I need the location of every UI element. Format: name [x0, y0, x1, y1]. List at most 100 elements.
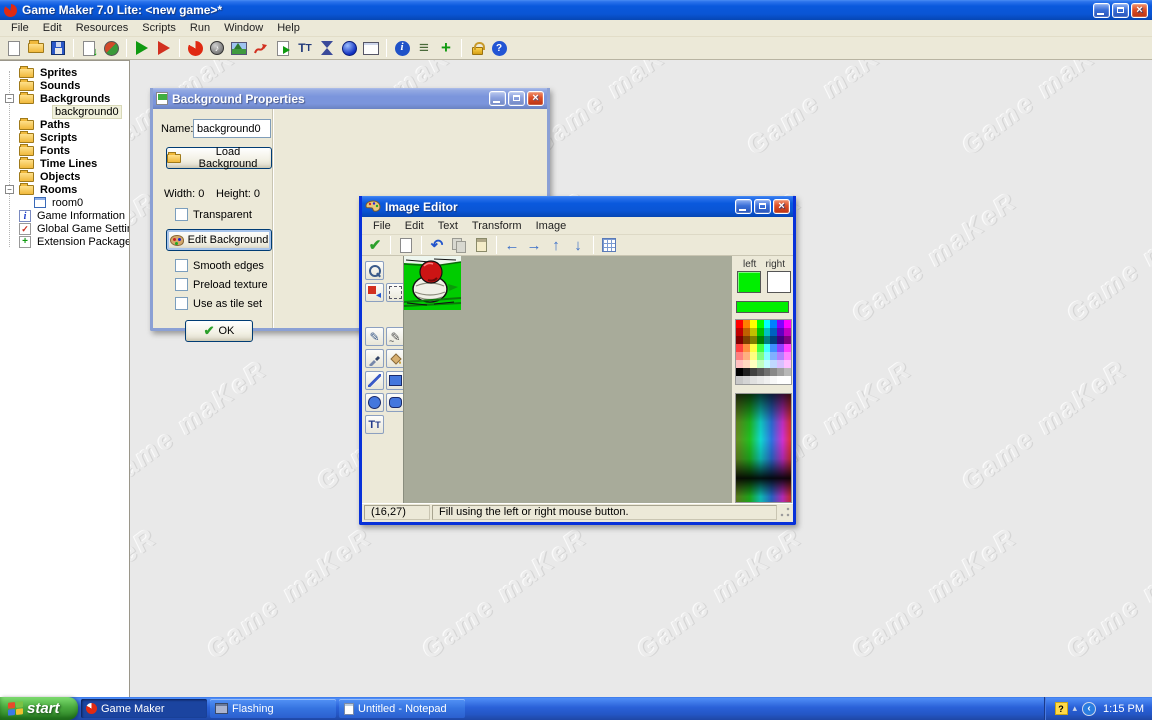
create-background-icon[interactable]	[229, 38, 249, 58]
swap-colors-icon[interactable]	[365, 283, 384, 302]
palette-color[interactable]	[749, 320, 757, 328]
sidebar-item-global-game-settings[interactable]: ✓Global Game Settings	[0, 222, 129, 235]
ie-menu-text[interactable]: Text	[431, 219, 465, 233]
palette-color[interactable]	[784, 328, 791, 336]
tray-chevron-icon[interactable]: ‹	[1082, 701, 1097, 716]
shift-right-icon[interactable]: →	[524, 236, 544, 255]
zoom-tool-icon[interactable]	[365, 261, 384, 280]
menu-resources[interactable]: Resources	[69, 21, 136, 35]
palette-color[interactable]	[784, 376, 791, 384]
palette-color[interactable]	[777, 352, 785, 360]
palette-color[interactable]	[763, 328, 771, 336]
palette-color[interactable]	[770, 336, 778, 344]
palette-color[interactable]	[749, 336, 757, 344]
collapse-icon[interactable]: −	[5, 185, 14, 194]
palette-color[interactable]	[742, 336, 750, 344]
eyedropper-tool-icon[interactable]	[365, 349, 384, 368]
sidebar-item-objects[interactable]: Objects	[0, 169, 129, 183]
palette-color[interactable]	[784, 368, 791, 376]
ok-button[interactable]: ✔ OK	[185, 320, 253, 342]
apply-check-icon[interactable]: ✔	[365, 236, 385, 255]
preload-texture-checkbox[interactable]: Preload texture	[175, 278, 268, 291]
create-font-icon[interactable]: TT	[295, 38, 315, 58]
palette-color[interactable]	[742, 376, 750, 384]
right-color-swatch[interactable]	[767, 271, 791, 293]
menu-window[interactable]: Window	[217, 21, 270, 35]
shift-left-icon[interactable]: ←	[502, 236, 522, 255]
palette-color[interactable]	[756, 328, 764, 336]
maximize-button[interactable]	[754, 199, 771, 214]
palette-color[interactable]	[784, 360, 791, 368]
palette-color[interactable]	[763, 352, 771, 360]
palette-color[interactable]	[770, 320, 778, 328]
palette-color[interactable]	[777, 328, 785, 336]
palette-color[interactable]	[763, 336, 771, 344]
palette-color[interactable]	[742, 328, 750, 336]
menu-edit[interactable]: Edit	[36, 21, 69, 35]
create-path-icon[interactable]	[251, 38, 271, 58]
edit-background-button[interactable]: Edit Background	[166, 229, 272, 251]
palette-color[interactable]	[736, 368, 743, 376]
palette-color[interactable]	[742, 344, 750, 352]
editor-canvas[interactable]	[403, 256, 732, 503]
left-color-swatch[interactable]	[737, 271, 761, 293]
palette-color[interactable]	[784, 320, 791, 328]
text-tool-icon[interactable]: TT	[365, 415, 384, 434]
shift-up-icon[interactable]: ↑	[546, 236, 566, 255]
palette-color[interactable]	[749, 360, 757, 368]
upgrade-icon[interactable]	[467, 38, 487, 58]
palette-color[interactable]	[756, 352, 764, 360]
close-button[interactable]: ×	[773, 199, 790, 214]
create-room-icon[interactable]	[361, 38, 381, 58]
create-sound-icon[interactable]: ♪	[207, 38, 227, 58]
run-game-icon[interactable]	[132, 38, 152, 58]
palette-color[interactable]	[736, 376, 743, 384]
gradient-color-picker[interactable]	[735, 393, 792, 503]
background-properties-titlebar[interactable]: Background Properties ×	[153, 88, 547, 109]
game-information-icon[interactable]: i	[392, 38, 412, 58]
palette-color[interactable]	[770, 328, 778, 336]
ie-menu-image[interactable]: Image	[529, 219, 574, 233]
transparent-checkbox[interactable]: Transparent	[175, 208, 252, 221]
palette-color[interactable]	[777, 368, 785, 376]
palette-color[interactable]	[756, 344, 764, 352]
save-icon[interactable]	[48, 38, 68, 58]
palette-color[interactable]	[736, 320, 743, 328]
load-background-button[interactable]: Load Background	[166, 146, 272, 170]
sidebar-item-game-information[interactable]: i Game Information	[0, 209, 129, 222]
ie-menu-file[interactable]: File	[366, 219, 398, 233]
undo-icon[interactable]: ↶	[427, 236, 447, 255]
restore-button[interactable]	[1112, 2, 1129, 18]
sidebar-item-room0[interactable]: room0	[0, 196, 129, 209]
taskbar-item-notepad[interactable]: Untitled - Notepad	[339, 699, 465, 718]
palette-color[interactable]	[749, 368, 757, 376]
sidebar-item-sprites[interactable]: Sprites	[0, 65, 129, 79]
close-button[interactable]: ×	[1131, 2, 1148, 18]
palette-color[interactable]	[756, 360, 764, 368]
palette-color[interactable]	[763, 344, 771, 352]
create-executable-icon[interactable]	[79, 38, 99, 58]
grid-toggle-icon[interactable]	[599, 236, 619, 255]
sidebar-item-time-lines[interactable]: Time Lines	[0, 156, 129, 170]
create-sprite-icon[interactable]	[185, 38, 205, 58]
minimize-button[interactable]	[1093, 2, 1110, 18]
palette-color[interactable]	[742, 320, 750, 328]
palette-color[interactable]	[736, 360, 743, 368]
palette-color[interactable]	[756, 368, 764, 376]
minimize-button[interactable]	[735, 199, 752, 214]
palette-color[interactable]	[756, 376, 764, 384]
palette-color[interactable]	[784, 344, 791, 352]
palette-color[interactable]	[749, 328, 757, 336]
palette-color[interactable]	[763, 376, 771, 384]
create-timeline-icon[interactable]	[317, 38, 337, 58]
pen-tool-icon[interactable]: ✎	[365, 327, 384, 346]
palette-color[interactable]	[777, 320, 785, 328]
copy-icon[interactable]	[449, 236, 469, 255]
sidebar-item-backgrounds[interactable]: − Backgrounds	[0, 91, 129, 105]
smooth-edges-checkbox[interactable]: Smooth edges	[175, 259, 264, 272]
palette-color[interactable]	[777, 376, 785, 384]
menu-run[interactable]: Run	[183, 21, 217, 35]
clear-icon[interactable]	[396, 236, 416, 255]
tray-hidden-icons[interactable]: ▴	[1073, 703, 1078, 714]
new-icon[interactable]	[4, 38, 24, 58]
